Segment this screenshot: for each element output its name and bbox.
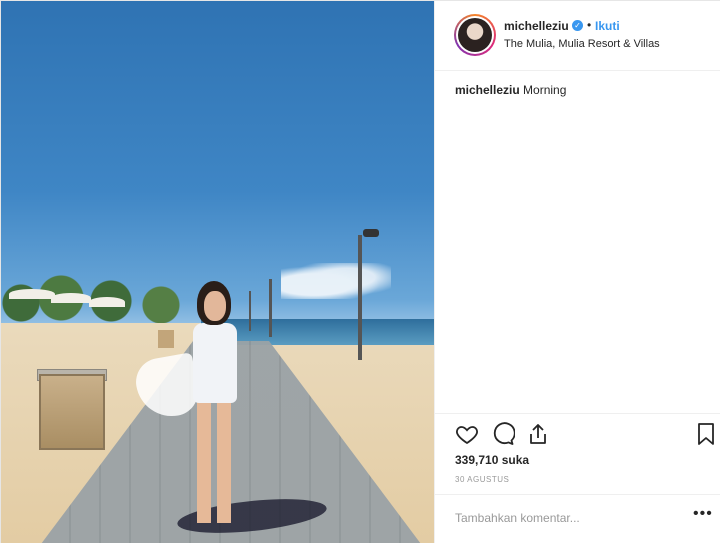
avatar[interactable] xyxy=(454,14,496,56)
bookmark-icon[interactable] xyxy=(694,422,718,446)
separator-dot: • xyxy=(587,18,592,32)
author-username[interactable]: michelleziu xyxy=(504,19,569,33)
instagram-post: michelleziu ✓ • Ikuti The Mulia, Mulia R… xyxy=(0,0,720,543)
location-link[interactable]: The Mulia, Mulia Resort & Villas xyxy=(504,38,660,50)
caption-text: Morning xyxy=(523,83,567,97)
post-header: michelleziu ✓ • Ikuti The Mulia, Mulia R… xyxy=(435,1,720,71)
person-body xyxy=(193,323,237,403)
cloud xyxy=(281,263,391,299)
caption: michelleziu Morning xyxy=(455,83,566,97)
comment-bar: ••• xyxy=(435,494,720,543)
heart-icon[interactable] xyxy=(455,422,479,446)
comment-icon[interactable] xyxy=(491,422,515,446)
lamp xyxy=(363,229,379,237)
trash-bin-far xyxy=(158,330,174,348)
lamp-post xyxy=(269,279,272,337)
beach-umbrella xyxy=(51,293,91,303)
avatar-image xyxy=(458,18,492,52)
action-bar xyxy=(435,413,720,453)
share-icon[interactable] xyxy=(526,422,550,446)
post-side-panel: michelleziu ✓ • Ikuti The Mulia, Mulia R… xyxy=(434,1,720,543)
lamp-post xyxy=(358,235,362,360)
person-face xyxy=(204,291,226,321)
caption-username[interactable]: michelleziu xyxy=(455,83,520,97)
likes-count[interactable]: 339,710 suka xyxy=(455,453,529,467)
trash-bin xyxy=(39,374,105,450)
beach-umbrella xyxy=(9,289,55,299)
person-legs xyxy=(197,401,231,523)
avatar-frame xyxy=(456,16,494,54)
post-photo[interactable] xyxy=(1,1,434,543)
more-options-icon[interactable]: ••• xyxy=(693,505,713,523)
comment-input[interactable] xyxy=(455,511,665,525)
beach-umbrella xyxy=(89,297,125,307)
verified-badge-icon: ✓ xyxy=(572,20,583,31)
follow-button[interactable]: Ikuti xyxy=(595,19,620,33)
lamp-post xyxy=(249,291,251,331)
post-date[interactable]: 30 AGUSTUS xyxy=(455,475,509,484)
